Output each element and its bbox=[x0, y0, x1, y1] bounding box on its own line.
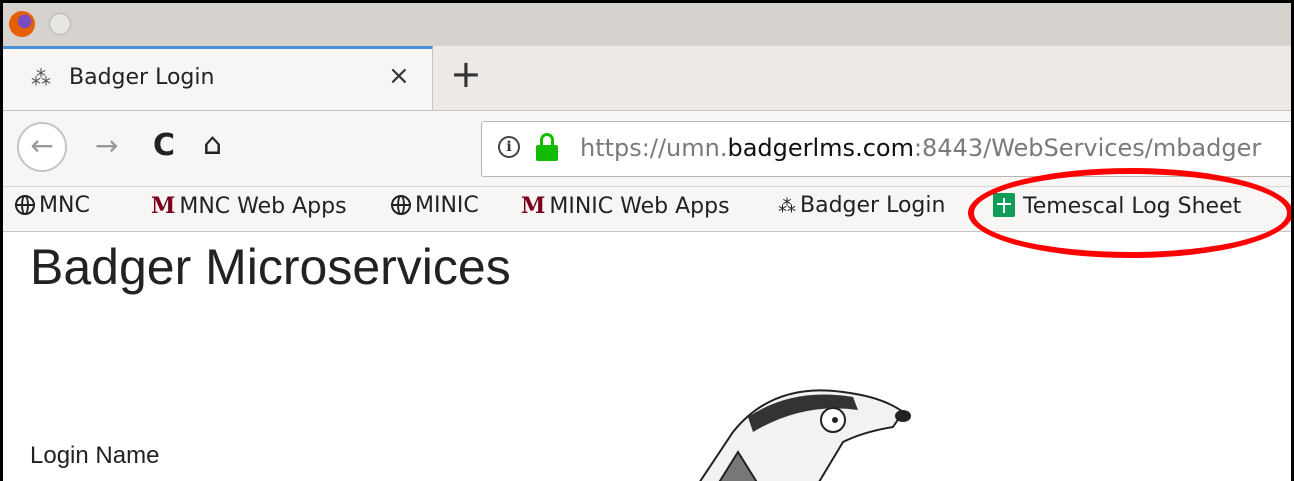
url-bar[interactable]: i https://umn.badgerlms.com:8443/WebServ… bbox=[481, 121, 1291, 177]
browser-window: ⁂ Badger Login × + ← → C ⌂ i https://umn… bbox=[0, 0, 1294, 481]
google-sheets-icon bbox=[993, 193, 1015, 217]
bookmark-minic-web-apps[interactable]: M MINIC Web Apps bbox=[521, 193, 730, 225]
home-button[interactable]: ⌂ bbox=[203, 127, 222, 162]
back-button[interactable]: ← bbox=[17, 122, 67, 172]
window-control-button[interactable] bbox=[49, 13, 71, 35]
close-tab-button[interactable]: × bbox=[388, 61, 410, 91]
page-content: Badger Microservices Login Name bbox=[3, 232, 1291, 481]
badger-icon: ⁂ bbox=[31, 66, 51, 90]
badger-illustration bbox=[699, 389, 911, 481]
bookmark-mnc-web-apps[interactable]: M MNC Web Apps bbox=[151, 193, 347, 225]
reload-button[interactable]: C bbox=[153, 128, 175, 163]
url-text[interactable]: https://umn.badgerlms.com:8443/WebServic… bbox=[580, 134, 1261, 162]
bookmark-mnc[interactable]: MNC bbox=[15, 193, 90, 225]
umn-m-icon: M bbox=[151, 193, 176, 219]
globe-icon bbox=[15, 195, 35, 215]
title-bar bbox=[3, 3, 1291, 46]
umn-m-icon: M bbox=[521, 193, 546, 219]
navigation-toolbar: ← → C ⌂ i https://umn.badgerlms.com:8443… bbox=[3, 111, 1291, 187]
lock-icon[interactable] bbox=[536, 133, 558, 161]
new-tab-button[interactable]: + bbox=[450, 50, 482, 98]
site-info-icon[interactable]: i bbox=[498, 136, 520, 158]
tab-strip: ⁂ Badger Login × + bbox=[3, 46, 1291, 111]
page-title: Badger Microservices bbox=[30, 239, 511, 295]
globe-icon bbox=[391, 195, 411, 215]
login-name-label: Login Name bbox=[30, 442, 160, 469]
tab-badger-login[interactable]: ⁂ Badger Login × bbox=[3, 46, 433, 110]
bookmarks-toolbar: MNC M MNC Web Apps MINIC M MINIC Web Apps … bbox=[3, 187, 1291, 232]
bookmark-minic[interactable]: MINIC bbox=[391, 193, 479, 225]
bookmark-temescal-log-sheet[interactable]: Temescal Log Sheet bbox=[993, 193, 1241, 225]
tab-title: Badger Login bbox=[69, 65, 215, 90]
bookmark-badger-login[interactable]: ⁂ Badger Login bbox=[778, 193, 963, 225]
badger-icon: ⁂ bbox=[778, 195, 796, 217]
forward-button[interactable]: → bbox=[95, 129, 118, 162]
firefox-logo-icon bbox=[9, 11, 35, 37]
